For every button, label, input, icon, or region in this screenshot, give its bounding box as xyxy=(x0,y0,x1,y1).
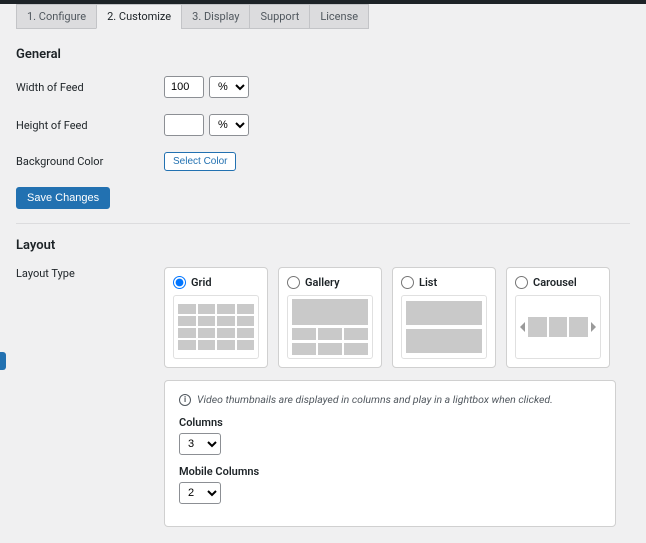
section-title-layout: Layout xyxy=(16,238,630,253)
layout-preview-carousel xyxy=(515,295,601,359)
mobile-columns-select[interactable]: 2 xyxy=(179,482,221,504)
layout-radio-grid[interactable] xyxy=(173,276,186,289)
height-input[interactable] xyxy=(164,114,204,136)
section-title-general: General xyxy=(16,47,630,62)
save-button[interactable]: Save Changes xyxy=(16,187,110,209)
tab-license[interactable]: License xyxy=(309,4,369,29)
layout-preview-gallery xyxy=(287,295,373,359)
chevron-left-icon xyxy=(520,322,526,332)
width-label: Width of Feed xyxy=(16,81,164,94)
layout-radio-gallery[interactable] xyxy=(287,276,300,289)
tab-bar: 1. Configure 2. Customize 3. Display Sup… xyxy=(16,4,630,29)
layout-preview-grid xyxy=(173,295,259,359)
layout-radio-list[interactable] xyxy=(401,276,414,289)
layout-option-label: Grid xyxy=(191,276,212,289)
mobile-columns-label: Mobile Columns xyxy=(179,465,601,478)
chevron-right-icon xyxy=(590,322,596,332)
side-handle[interactable] xyxy=(0,352,6,370)
layout-preview-list xyxy=(401,295,487,359)
info-icon: i xyxy=(179,394,191,406)
tab-customize[interactable]: 2. Customize xyxy=(96,4,182,29)
tab-configure[interactable]: 1. Configure xyxy=(16,4,97,29)
select-color-button[interactable]: Select Color xyxy=(164,152,236,171)
layout-type-label: Layout Type xyxy=(16,267,164,280)
tab-display[interactable]: 3. Display xyxy=(181,4,250,29)
columns-select[interactable]: 3 xyxy=(179,433,221,455)
layout-note-text: Video thumbnails are displayed in column… xyxy=(197,393,553,406)
layout-details-panel: i Video thumbnails are displayed in colu… xyxy=(164,380,616,527)
layout-option-grid[interactable]: Grid xyxy=(164,267,268,368)
section-divider xyxy=(16,223,630,224)
height-label: Height of Feed xyxy=(16,119,164,132)
bgcolor-label: Background Color xyxy=(16,155,164,168)
tab-support[interactable]: Support xyxy=(249,4,310,29)
columns-label: Columns xyxy=(179,416,601,429)
layout-option-gallery[interactable]: Gallery xyxy=(278,267,382,368)
width-unit-select[interactable]: % xyxy=(209,76,249,98)
layout-option-label: Carousel xyxy=(533,276,577,289)
height-unit-select[interactable]: % xyxy=(209,114,249,136)
layout-option-list[interactable]: List xyxy=(392,267,496,368)
layout-radio-carousel[interactable] xyxy=(515,276,528,289)
layout-option-label: List xyxy=(419,276,437,289)
width-input[interactable] xyxy=(164,76,204,98)
layout-option-label: Gallery xyxy=(305,276,340,289)
layout-option-carousel[interactable]: Carousel xyxy=(506,267,610,368)
